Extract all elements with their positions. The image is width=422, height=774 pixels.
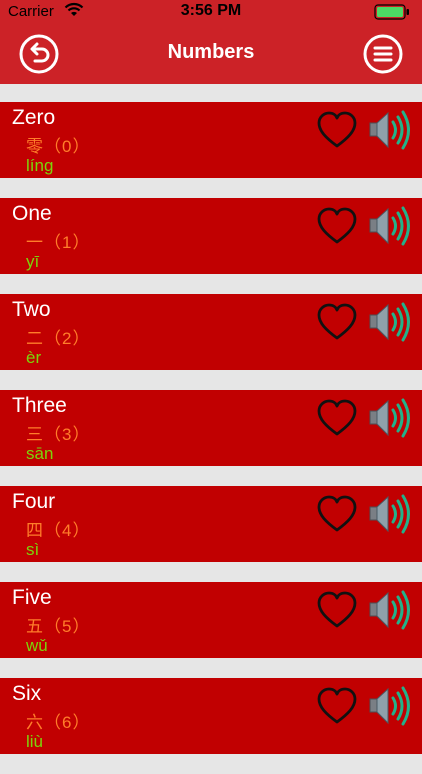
menu-button[interactable] <box>362 33 404 75</box>
heart-outline-icon <box>316 111 358 154</box>
heart-outline-icon <box>316 303 358 346</box>
english-word: Four <box>12 490 56 513</box>
navigation-bar: Numbers <box>0 24 422 84</box>
english-word: Three <box>12 394 67 417</box>
list-item[interactable]: Six 六（6） liù <box>0 678 422 754</box>
play-audio-button[interactable] <box>368 300 412 344</box>
english-word: Zero <box>12 106 56 129</box>
speaker-icon <box>368 686 412 732</box>
english-word: Six <box>12 682 42 705</box>
list-item[interactable]: One 一（1） yī <box>0 198 422 274</box>
chinese-word: 四（4） <box>26 521 91 540</box>
heart-outline-icon <box>316 399 358 442</box>
speaker-icon <box>368 494 412 540</box>
pinyin-text: sān <box>26 444 54 463</box>
favorite-button[interactable] <box>316 686 358 726</box>
favorite-button[interactable] <box>316 206 358 246</box>
heart-outline-icon <box>316 495 358 538</box>
battery-icon <box>374 4 410 25</box>
favorite-button[interactable] <box>316 494 358 534</box>
numbers-list: Zero 零（0） líng One 一（1） yī Two 二（2） èr Three 三（3） s… <box>0 102 422 774</box>
chinese-word: 零（0） <box>26 137 91 156</box>
play-audio-button[interactable] <box>368 204 412 248</box>
english-word: Five <box>12 586 52 609</box>
list-item[interactable]: Zero 零（0） líng <box>0 102 422 178</box>
chinese-word: 六（6） <box>26 713 91 732</box>
list-item[interactable]: Three 三（3） sān <box>0 390 422 466</box>
play-audio-button[interactable] <box>368 396 412 440</box>
favorite-button[interactable] <box>316 110 358 150</box>
pinyin-text: liù <box>26 732 44 751</box>
page-title: Numbers <box>167 41 255 63</box>
english-word: One <box>12 202 52 225</box>
speaker-icon <box>368 398 412 444</box>
list-item[interactable]: Five 五（5） wǔ <box>0 582 422 658</box>
status-bar: Carrier 3:56 PM <box>0 0 422 24</box>
pinyin-text: wǔ <box>26 636 48 655</box>
chinese-word: 三（3） <box>26 425 91 444</box>
menu-circle-icon <box>363 34 403 74</box>
heart-outline-icon <box>316 591 358 634</box>
pinyin-text: sì <box>26 540 40 559</box>
speaker-icon <box>368 110 412 156</box>
clock-label: 3:56 PM <box>180 2 242 19</box>
pinyin-text: yī <box>26 252 40 271</box>
pinyin-text: èr <box>26 348 42 367</box>
speaker-icon <box>368 590 412 636</box>
chinese-word: 二（2） <box>26 329 91 348</box>
play-audio-button[interactable] <box>368 588 412 632</box>
play-audio-button[interactable] <box>368 108 412 152</box>
play-audio-button[interactable] <box>368 684 412 728</box>
speaker-icon <box>368 206 412 252</box>
list-item[interactable]: Two 二（2） èr <box>0 294 422 370</box>
favorite-button[interactable] <box>316 302 358 342</box>
list-item[interactable]: Four 四（4） sì <box>0 486 422 562</box>
chinese-word: 五（5） <box>26 617 91 636</box>
chinese-word: 一（1） <box>26 233 91 252</box>
heart-outline-icon <box>316 207 358 250</box>
play-audio-button[interactable] <box>368 492 412 536</box>
heart-outline-icon <box>316 687 358 730</box>
favorite-button[interactable] <box>316 590 358 630</box>
speaker-icon <box>368 302 412 348</box>
pinyin-text: líng <box>26 156 54 175</box>
favorite-button[interactable] <box>316 398 358 438</box>
english-word: Two <box>12 298 51 321</box>
